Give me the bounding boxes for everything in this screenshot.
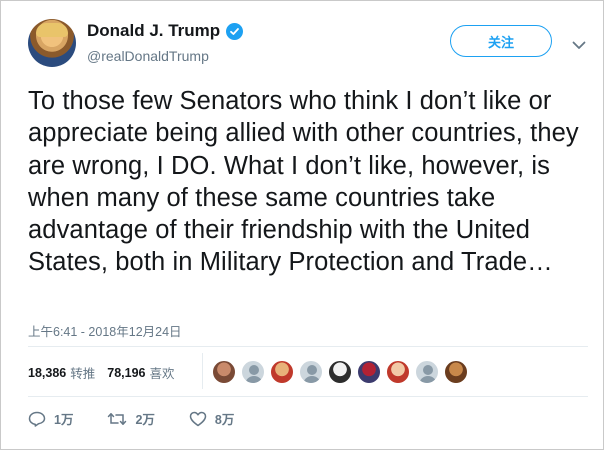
liker-avatar[interactable] <box>415 360 439 384</box>
heart-icon <box>189 411 207 426</box>
tweet-actions: 1万 2万 8万 <box>28 409 268 428</box>
avatar[interactable] <box>28 19 76 67</box>
tweet-stats: 18,386 转推 78,196 喜欢 <box>28 363 187 382</box>
follow-button[interactable]: 关注 <box>450 25 552 57</box>
liker-avatar[interactable] <box>270 360 294 384</box>
display-name[interactable]: Donald J. Trump <box>87 21 220 41</box>
author-name-row[interactable]: Donald J. Trump <box>87 21 244 41</box>
likes-count[interactable]: 78,196 <box>107 366 145 380</box>
tweet-text: To those few Senators who think I don’t … <box>28 87 579 277</box>
liker-avatars <box>212 360 473 384</box>
reply-button[interactable]: 1万 <box>28 409 73 428</box>
like-count: 8万 <box>214 413 235 427</box>
reply-icon <box>28 411 46 427</box>
retweet-count: 2万 <box>135 413 155 427</box>
liker-avatar[interactable] <box>241 360 265 384</box>
tweet-timestamp[interactable]: 上午6:41 - 2018年12月24日 <box>28 321 182 340</box>
liker-avatar[interactable] <box>357 360 381 384</box>
retweets-count[interactable]: 18,386 <box>28 366 66 380</box>
like-button[interactable]: 8万 <box>189 409 234 428</box>
tweet-card: Donald J. Trump @realDonaldTrump 关注 To t… <box>0 0 604 450</box>
user-handle[interactable]: @realDonaldTrump <box>87 48 209 64</box>
reply-count: 1万 <box>54 413 74 427</box>
retweet-icon <box>108 412 127 425</box>
liker-avatar[interactable] <box>299 360 323 384</box>
liker-avatar[interactable] <box>444 360 468 384</box>
divider <box>28 346 588 347</box>
verified-badge-icon <box>226 22 244 40</box>
stats-separator <box>202 353 203 389</box>
liker-avatar[interactable] <box>386 360 410 384</box>
liker-avatar[interactable] <box>328 360 352 384</box>
liker-avatar[interactable] <box>212 360 236 384</box>
retweet-button[interactable]: 2万 <box>107 409 155 428</box>
chevron-down-icon[interactable] <box>572 37 586 55</box>
divider <box>28 396 588 397</box>
likes-label[interactable]: 喜欢 <box>149 363 174 382</box>
retweets-label[interactable]: 转推 <box>70 363 95 382</box>
